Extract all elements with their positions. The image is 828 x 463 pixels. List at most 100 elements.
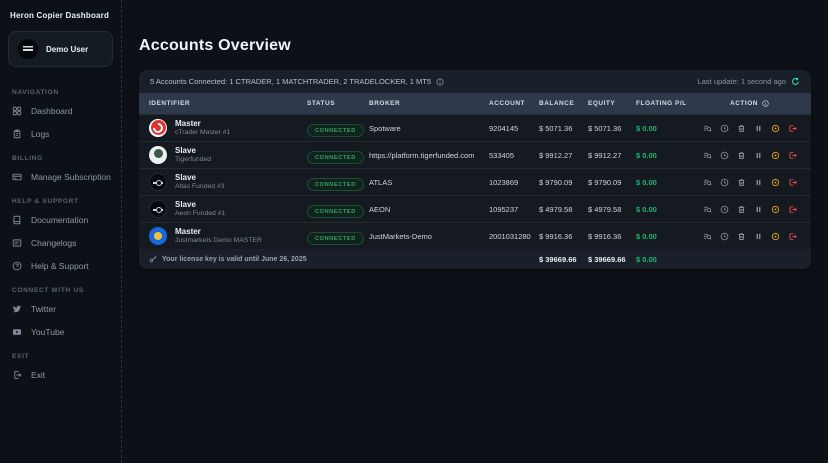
sidebar-item-help-support[interactable]: Help & Support — [0, 254, 121, 277]
history-icon[interactable] — [720, 151, 729, 160]
sidebar-item-dashboard[interactable]: Dashboard — [0, 99, 121, 122]
trash-icon[interactable] — [737, 205, 746, 214]
broker-avatar — [149, 145, 167, 164]
user-card[interactable]: Demo User — [8, 31, 113, 67]
history-icon[interactable] — [720, 232, 729, 241]
sidebar-item-twitter[interactable]: Twitter — [0, 297, 121, 320]
book-icon — [13, 215, 21, 224]
trash-icon[interactable] — [737, 232, 746, 241]
history-icon[interactable] — [720, 178, 729, 187]
logs-icon — [13, 128, 21, 138]
trash-icon[interactable] — [737, 151, 746, 160]
table-row: Slave Tigerfunded CONNECTED https://plat… — [139, 141, 811, 168]
identifier-cell: Master cTrader Master #1 — [149, 119, 307, 137]
disconnect-icon[interactable] — [788, 124, 797, 133]
info-icon[interactable] — [436, 77, 444, 86]
broker-avatar — [149, 199, 167, 218]
account-number-cell: 2001031280 — [489, 231, 531, 241]
section-label-connect: Connect With Us — [12, 287, 84, 294]
account-role: Slave — [175, 145, 196, 155]
pause-icon[interactable] — [754, 232, 763, 241]
history-icon[interactable] — [720, 124, 729, 133]
page-title: Accounts Overview — [139, 37, 291, 54]
target-icon[interactable] — [771, 232, 780, 241]
pause-icon[interactable] — [754, 205, 763, 214]
sidebar-item-documentation[interactable]: Documentation — [0, 208, 121, 231]
sidebar-item-youtube[interactable]: YouTube — [0, 320, 121, 343]
status-cell: CONNECTED — [307, 119, 369, 138]
floating-pl-cell: $ 0.00 — [636, 123, 657, 133]
status-badge: CONNECTED — [307, 124, 364, 138]
sidebar-item-label: Help & Support — [31, 260, 89, 271]
disconnect-icon[interactable] — [788, 205, 797, 214]
status-cell: CONNECTED — [307, 200, 369, 219]
account-name: Atlas Funded #3 — [175, 182, 225, 190]
accounts-summary: 5 Accounts Connected: 1 CTRADER, 1 MATCH… — [150, 77, 444, 86]
accounts-summary-text: 5 Accounts Connected: 1 CTRADER, 1 MATCH… — [150, 77, 432, 86]
table-body: Master cTrader Master #1 CONNECTED Spotw… — [139, 114, 811, 249]
actions-cell — [698, 151, 801, 160]
account-number-cell: 9204145 — [489, 123, 519, 133]
sidebar-item-label: Manage Subscription — [31, 171, 111, 182]
col-header-status: Status — [307, 100, 336, 107]
col-header-action: Action — [698, 100, 801, 107]
refresh-icon[interactable] — [791, 77, 800, 86]
sidebar: Heron Copier Dashboard Demo User Navigat… — [0, 0, 122, 463]
equity-cell: $ 5071.36 — [588, 123, 622, 133]
sidebar-item-manage-subscription[interactable]: Manage Subscription — [0, 165, 121, 188]
section-label-exit: Exit — [12, 353, 30, 360]
last-update-text: Last update: 1 second ago — [697, 77, 786, 86]
sidebar-item-exit[interactable]: Exit — [0, 363, 121, 386]
account-number-cell: 533405 — [489, 150, 515, 160]
sidebar-item-label: Twitter — [31, 303, 57, 314]
sidebar-item-label: Logs — [31, 128, 50, 139]
trash-icon[interactable] — [737, 178, 746, 187]
disconnect-icon[interactable] — [788, 232, 797, 241]
target-icon[interactable] — [771, 178, 780, 187]
disconnect-icon[interactable] — [788, 178, 797, 187]
pause-icon[interactable] — [754, 178, 763, 187]
equity-cell: $ 9916.36 — [588, 231, 622, 241]
status-cell: CONNECTED — [307, 227, 369, 246]
broker-avatar — [149, 172, 167, 191]
account-name: Justmarkets Demo MASTER — [175, 236, 262, 244]
broker-cell: AEON — [369, 204, 391, 214]
total-floating-pl: $ 0.00 — [636, 254, 657, 264]
last-update: Last update: 1 second ago — [698, 77, 800, 86]
equity-cell: $ 9790.09 — [588, 177, 622, 187]
actions-cell — [698, 232, 801, 241]
target-icon[interactable] — [771, 124, 780, 133]
inspect-trades-icon[interactable] — [703, 151, 712, 160]
equity-cell: $ 9912.27 — [588, 150, 622, 160]
balance-cell: $ 9790.09 — [539, 177, 573, 187]
sidebar-item-logs[interactable]: Logs — [0, 122, 121, 145]
exit-icon — [14, 370, 22, 379]
pause-icon[interactable] — [754, 151, 763, 160]
target-icon[interactable] — [771, 205, 780, 214]
status-cell: CONNECTED — [307, 173, 369, 192]
info-icon[interactable] — [762, 100, 769, 107]
trash-icon[interactable] — [737, 124, 746, 133]
col-header-broker: Broker — [369, 100, 401, 107]
disconnect-icon[interactable] — [788, 151, 797, 160]
status-cell: CONNECTED — [307, 146, 369, 165]
pause-icon[interactable] — [754, 124, 763, 133]
sidebar-item-label: Exit — [31, 369, 46, 380]
inspect-trades-icon[interactable] — [703, 178, 712, 187]
actions-cell — [698, 124, 801, 133]
target-icon[interactable] — [771, 151, 780, 160]
inspect-trades-icon[interactable] — [703, 205, 712, 214]
account-name: Aeon Funded #1 — [175, 209, 226, 217]
sidebar-item-label: Dashboard — [31, 105, 73, 116]
inspect-trades-icon[interactable] — [703, 232, 712, 241]
table-row: Master cTrader Master #1 CONNECTED Spotw… — [139, 114, 811, 141]
account-name: Tigerfunded — [175, 155, 212, 163]
history-icon[interactable] — [720, 205, 729, 214]
sidebar-item-label: Changelogs — [31, 237, 77, 248]
sidebar-item-changelogs[interactable]: Changelogs — [0, 231, 121, 254]
help-icon — [12, 261, 22, 270]
actions-cell — [698, 205, 801, 214]
section-label-help-support: Help & Support — [12, 198, 79, 205]
inspect-trades-icon[interactable] — [703, 124, 712, 133]
col-header-account: Account — [489, 100, 525, 107]
